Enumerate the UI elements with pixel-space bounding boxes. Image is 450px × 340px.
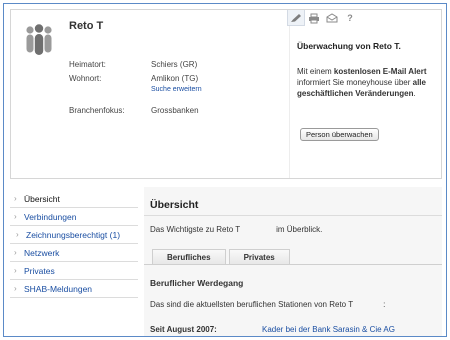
tab-professional[interactable]: Berufliches — [152, 249, 226, 264]
extend-search-link[interactable]: Suche erweitern — [151, 86, 202, 93]
sidebar-item-overview[interactable]: › Übersicht — [10, 190, 138, 208]
watch-description: Mit einem kostenlosen E-Mail Alert infor… — [297, 67, 427, 98]
page-frame: Reto T Heimatort: Schiers (GR) Wohnort: … — [3, 3, 447, 337]
watch-title: Überwachung von Reto T. — [297, 41, 401, 51]
industry-label: Branchenfokus: — [69, 106, 125, 115]
sidebar: › Übersicht › Verbindungen › Zeichnungsb… — [10, 190, 138, 298]
hometown-value: Schiers (GR) — [151, 60, 198, 69]
sidebar-item-label: Privates — [24, 266, 55, 276]
people-avatar-icon — [26, 24, 52, 55]
sidebar-item-shab[interactable]: › SHAB-Meldungen — [10, 280, 138, 298]
chevron-right-icon: › — [14, 266, 17, 275]
chevron-right-icon: › — [14, 212, 17, 221]
hometown-label: Heimatort: — [69, 60, 106, 69]
career-position-link[interactable]: Kader bei der Bank Sarasin & Cie AG — [262, 325, 395, 334]
print-icon[interactable] — [305, 10, 323, 26]
tool-icons: ? — [287, 10, 359, 26]
sidebar-item-signing-authority[interactable]: › Zeichnungsberechtigt (1) — [10, 226, 138, 244]
tab-private[interactable]: Privates — [228, 249, 290, 264]
sidebar-item-network[interactable]: › Netzwerk — [10, 244, 138, 262]
profile-card: Reto T Heimatort: Schiers (GR) Wohnort: … — [10, 9, 442, 179]
watch-person-button[interactable]: Person überwachen — [300, 128, 379, 141]
sidebar-item-label: Verbindungen — [24, 212, 77, 222]
page-title: Übersicht — [150, 199, 199, 211]
sidebar-item-label: Netzwerk — [24, 248, 60, 258]
mail-icon[interactable] — [323, 10, 341, 26]
chevron-right-icon: › — [14, 194, 17, 203]
help-icon[interactable]: ? — [341, 10, 359, 26]
sidebar-item-label: Zeichnungsberechtigt (1) — [26, 230, 121, 240]
residence-value: Amlikon (TG) — [151, 74, 199, 83]
chevron-right-icon: › — [14, 248, 17, 257]
chevron-right-icon: › — [14, 284, 17, 293]
person-name: Reto T — [69, 20, 104, 32]
help-glyph: ? — [347, 13, 353, 23]
residence-label: Wohnort: — [69, 74, 102, 83]
main-content: Übersicht Das Wichtigste zu Reto Tim Übe… — [144, 187, 442, 336]
tab-underline — [144, 264, 442, 265]
chevron-right-icon: › — [16, 230, 19, 239]
title-divider — [144, 215, 442, 216]
career-since-label: Seit August 2007: — [150, 325, 217, 334]
section-title: Beruflicher Werdegang — [150, 278, 244, 288]
intro-text: Das Wichtigste zu Reto Tim Überblick. — [150, 225, 323, 234]
section-description: Das sind die aktuellsten beruflichen Sta… — [150, 300, 386, 309]
sidebar-item-private[interactable]: › Privates — [10, 262, 138, 280]
industry-value: Grossbanken — [151, 106, 199, 115]
sidebar-item-label: SHAB-Meldungen — [24, 284, 93, 294]
sidebar-item-label: Übersicht — [24, 194, 60, 204]
sidebar-item-connections[interactable]: › Verbindungen — [10, 208, 138, 226]
card-divider — [289, 10, 290, 178]
pen-icon[interactable] — [287, 10, 305, 26]
tab-bar: Berufliches Privates — [152, 249, 290, 264]
